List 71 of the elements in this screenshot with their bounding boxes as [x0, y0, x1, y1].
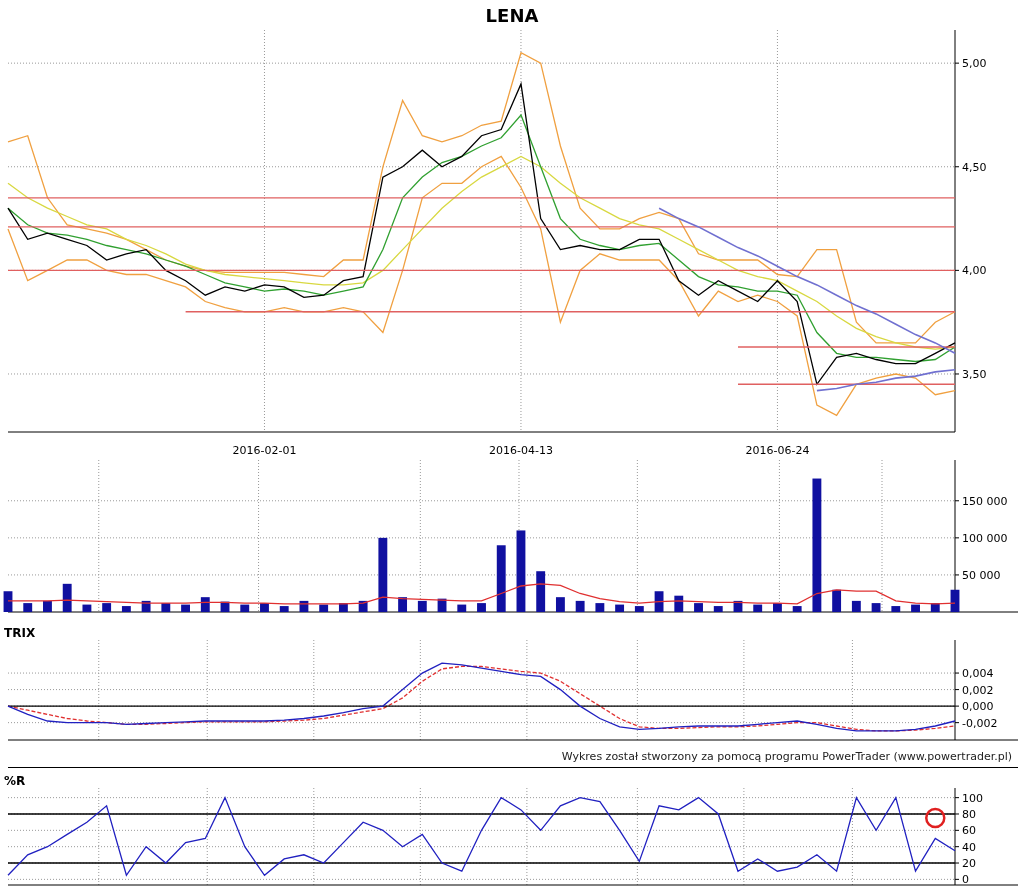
volume-bar	[23, 603, 33, 612]
volume-bar	[121, 606, 131, 612]
volume-bar	[615, 604, 625, 612]
date-label: 2016-06-24	[745, 444, 810, 457]
volume-bar	[181, 604, 190, 612]
volume-bar	[891, 606, 901, 612]
axis-label: 100 000	[962, 531, 1008, 545]
panel-title: %R	[4, 774, 26, 788]
volume-bar	[141, 600, 151, 612]
volume-bar	[773, 603, 782, 612]
axis-label: 0,002	[962, 683, 994, 697]
volume-bar	[930, 603, 940, 612]
volume-bar	[654, 591, 664, 612]
axis-label: 0,000	[962, 700, 994, 714]
volume-bar	[575, 600, 585, 612]
volume-bar	[319, 604, 329, 612]
volume-bar	[457, 604, 467, 612]
volume-bar	[792, 606, 802, 612]
volume-bar	[911, 604, 920, 612]
volume-bar	[753, 604, 763, 612]
volume-bar	[733, 600, 743, 612]
volume-bar	[477, 603, 486, 612]
volume-bar	[832, 589, 842, 612]
axis-label: 40	[962, 840, 976, 854]
volume-bar	[595, 603, 605, 612]
axis-label: 0,004	[962, 667, 994, 681]
volume-bar	[240, 604, 250, 612]
volume-bar	[299, 600, 309, 612]
volume-bar	[496, 545, 506, 612]
axis-label: 5,00	[962, 57, 987, 71]
volume-bar	[82, 604, 92, 612]
credit-text: Wykres został stworzony za pomocą programu PowerTrader (www.powertrader.pl)	[561, 749, 1012, 763]
volume-bar	[851, 600, 861, 612]
volume-bar	[200, 597, 210, 612]
axis-label: -0,002	[962, 716, 998, 730]
axis-label: 4,00	[962, 264, 987, 278]
volume-bar	[260, 603, 269, 612]
axis-label: 4,50	[962, 160, 987, 174]
volume-bar	[279, 606, 289, 612]
volume-bar	[871, 603, 881, 612]
volume-bar	[674, 595, 684, 612]
axis-label: 0	[962, 873, 969, 887]
date-label: 2016-02-01	[232, 444, 297, 457]
volume-bar	[950, 589, 960, 612]
volume-bar	[3, 591, 13, 612]
axis-label: 150 000	[962, 494, 1008, 508]
circle-marker	[925, 807, 946, 829]
volume-bar	[713, 606, 723, 612]
axis-label: 100	[962, 791, 983, 805]
volume-bar	[634, 606, 644, 612]
axis-label: 50 000	[962, 568, 1001, 582]
volume-bar	[161, 603, 171, 612]
panel-title: TRIX	[4, 626, 36, 640]
axis-label: 80	[962, 808, 976, 821]
volume-bar	[437, 598, 447, 612]
volume-bar	[358, 600, 368, 612]
volume-bar	[102, 603, 112, 612]
axis-label: 3,50	[962, 368, 987, 381]
chart-title: LENA	[485, 4, 539, 26]
axis-label: 60	[962, 824, 976, 838]
date-label: 2016-04-13	[489, 444, 553, 457]
volume-bar	[694, 603, 703, 612]
volume-bar	[338, 603, 348, 612]
volume-bar	[43, 600, 52, 612]
volume-bar	[556, 597, 565, 612]
axis-label: 20	[962, 857, 976, 870]
volume-bar	[62, 583, 72, 612]
volume-bar	[220, 601, 230, 612]
volume-bar	[536, 571, 546, 612]
volume-bar	[417, 600, 427, 612]
volume-bar	[398, 597, 407, 612]
